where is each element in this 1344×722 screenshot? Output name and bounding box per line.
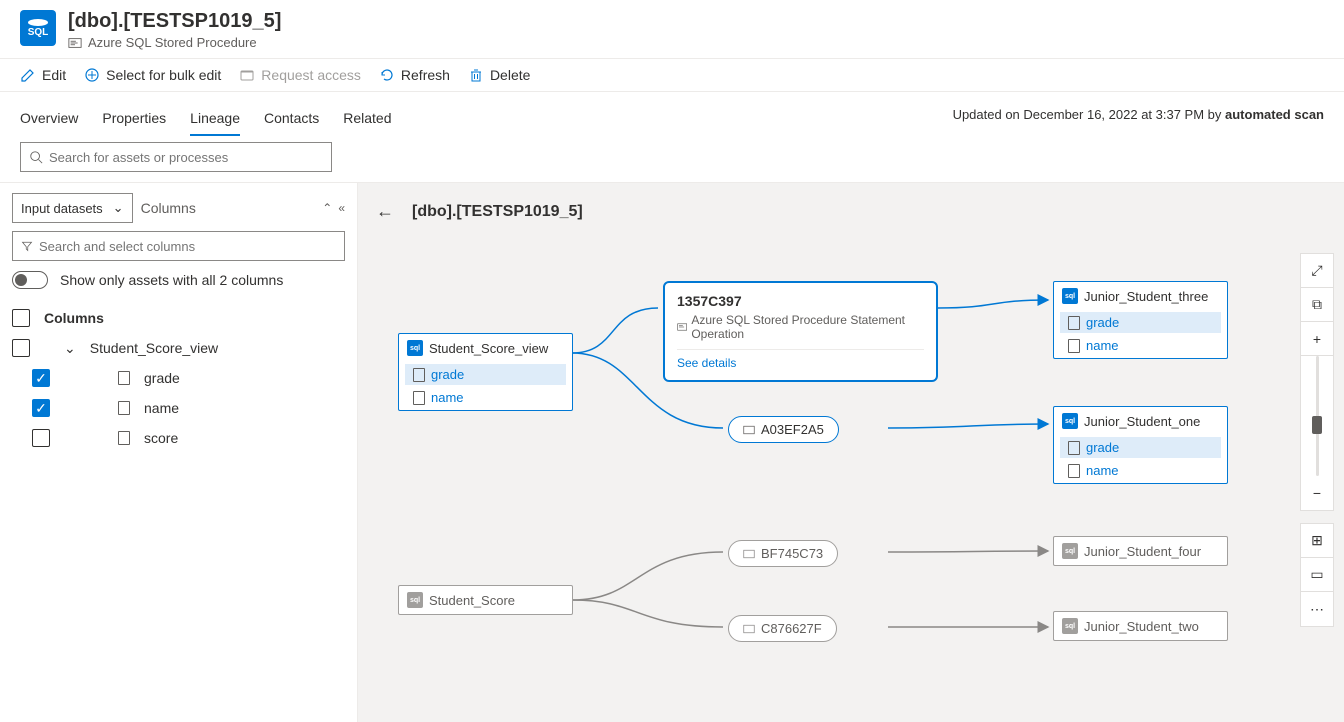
collapse-up-icon[interactable]: ⌃ [322, 201, 332, 215]
node-junior-student-three[interactable]: sqlJunior_Student_three grade name [1053, 281, 1228, 359]
pill-bf745c73[interactable]: BF745C73 [728, 540, 838, 567]
column-name-row[interactable]: ✓ name [12, 393, 345, 423]
proc-name: 1357C397 [677, 293, 924, 309]
columns-label: Columns [141, 200, 315, 216]
tab-lineage[interactable]: Lineage [190, 100, 240, 136]
column-icon [118, 401, 130, 415]
columns-header-row: Columns [12, 303, 345, 333]
zoom-in-button[interactable]: + [1301, 322, 1333, 356]
tab-overview[interactable]: Overview [20, 100, 78, 136]
sidebar: Input datasets ⌄ Columns ⌃ « Show only a… [0, 183, 358, 722]
column-search-input[interactable] [39, 239, 336, 254]
sql-icon: sql [407, 592, 423, 608]
minimap-button[interactable]: ▭ [1301, 558, 1333, 592]
column-name[interactable]: name [1060, 460, 1221, 481]
refresh-button[interactable]: Refresh [379, 67, 450, 83]
sql-icon: sql [1062, 543, 1078, 559]
tab-properties[interactable]: Properties [102, 100, 166, 136]
fit-button[interactable]: ⧉ [1301, 288, 1333, 322]
node-junior-student-one[interactable]: sqlJunior_Student_one grade name [1053, 406, 1228, 484]
view-controls: ⊞ ▭ ⋯ [1300, 523, 1334, 627]
columns-checkbox[interactable] [12, 309, 30, 327]
zoom-controls: ⤢ ⧉ + − [1300, 253, 1334, 511]
tabs: Overview Properties Lineage Contacts Rel… [20, 92, 392, 136]
search-icon [29, 150, 43, 164]
page-subtitle: Azure SQL Stored Procedure [68, 35, 281, 50]
show-only-toggle[interactable] [12, 271, 48, 289]
request-access-button: Request access [239, 67, 361, 83]
grade-checkbox[interactable]: ✓ [32, 369, 50, 387]
chevron-down-icon: ⌄ [113, 200, 124, 216]
column-search[interactable] [12, 231, 345, 261]
more-button[interactable]: ⋯ [1301, 592, 1333, 626]
filter-icon [21, 240, 33, 252]
search-assets-input[interactable] [49, 150, 323, 165]
search-assets[interactable] [20, 142, 332, 172]
column-name[interactable]: name [405, 387, 566, 408]
column-grade-row[interactable]: ✓ grade [12, 363, 345, 393]
sql-icon: sql [407, 340, 423, 356]
column-grade[interactable]: grade [1060, 312, 1221, 333]
procedure-icon [68, 36, 82, 50]
fullscreen-button[interactable]: ⤢ [1301, 254, 1333, 288]
column-score-row[interactable]: score [12, 423, 345, 453]
sql-icon: sql [1062, 413, 1078, 429]
sql-icon: SQL [20, 10, 56, 46]
toggle-label: Show only assets with all 2 columns [60, 272, 283, 288]
delete-button[interactable]: Delete [468, 67, 530, 83]
updated-text: Updated on December 16, 2022 at 3:37 PM … [953, 107, 1324, 122]
tab-contacts[interactable]: Contacts [264, 100, 319, 136]
node-student-score-view[interactable]: sqlStudent_Score_view grade name [398, 333, 573, 411]
lineage-canvas[interactable]: ← [dbo].[TESTSP1019_5] sqlStudent_Score_… [358, 183, 1344, 722]
page-header: SQL [dbo].[TESTSP1019_5] Azure SQL Store… [0, 0, 1344, 58]
column-icon [118, 431, 130, 445]
node-junior-student-two[interactable]: sqlJunior_Student_two [1053, 611, 1228, 641]
column-grade[interactable]: grade [1060, 437, 1221, 458]
proc-subtitle: Azure SQL Stored Procedure Statement Ope… [677, 313, 924, 341]
score-checkbox[interactable] [32, 429, 50, 447]
sql-icon: sql [1062, 288, 1078, 304]
chevron-down-icon[interactable]: ⌄ [64, 340, 76, 357]
column-name[interactable]: name [1060, 335, 1221, 356]
tab-related[interactable]: Related [343, 100, 391, 136]
node-junior-student-four[interactable]: sqlJunior_Student_four [1053, 536, 1228, 566]
toolbar: Edit Select for bulk edit Request access… [0, 58, 1344, 92]
dataset-dropdown[interactable]: Input datasets ⌄ [12, 193, 133, 223]
pill-a03ef2a5[interactable]: A03EF2A5 [728, 416, 839, 443]
pill-c876627f[interactable]: C876627F [728, 615, 837, 642]
dataset-checkbox[interactable] [12, 339, 30, 357]
collapse-left-icon[interactable]: « [338, 201, 345, 215]
select-bulk-button[interactable]: Select for bulk edit [84, 67, 221, 83]
see-details-link[interactable]: See details [677, 349, 924, 370]
zoom-out-button[interactable]: − [1301, 476, 1333, 510]
zoom-slider[interactable] [1301, 356, 1333, 476]
layout-button[interactable]: ⊞ [1301, 524, 1333, 558]
edit-button[interactable]: Edit [20, 67, 66, 83]
dataset-row[interactable]: ⌄ Student_Score_view [12, 333, 345, 363]
column-icon [118, 371, 130, 385]
sql-icon: sql [1062, 618, 1078, 634]
node-student-score[interactable]: sqlStudent_Score [398, 585, 573, 615]
page-title: [dbo].[TESTSP1019_5] [68, 10, 281, 33]
node-procedure[interactable]: 1357C397 Azure SQL Stored Procedure Stat… [663, 281, 938, 382]
name-checkbox[interactable]: ✓ [32, 399, 50, 417]
column-grade[interactable]: grade [405, 364, 566, 385]
